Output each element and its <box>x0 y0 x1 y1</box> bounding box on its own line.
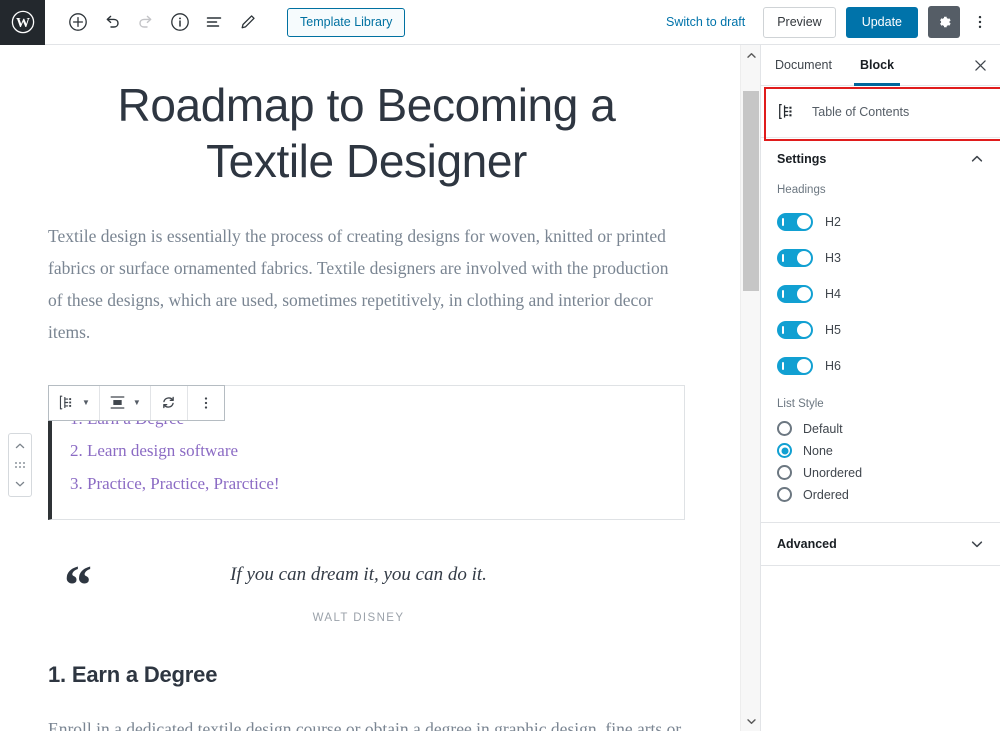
toc-link[interactable]: 2. Learn design software <box>70 438 684 464</box>
selected-block-title: Table of Contents <box>812 104 910 119</box>
svg-text:W: W <box>16 16 30 31</box>
close-icon[interactable] <box>960 45 1000 85</box>
section-paragraph[interactable]: Enroll in a dedicated textile design cou… <box>48 714 685 731</box>
headings-label: Headings <box>777 184 826 196</box>
chevron-down-icon <box>970 537 984 551</box>
block-navigation-icon[interactable] <box>197 5 231 39</box>
align-chevron-down-icon[interactable]: ▼ <box>132 398 146 407</box>
radio-icon-selected <box>777 443 792 458</box>
toggle-h2-label: H2 <box>825 215 841 229</box>
sidebar-tabs: Document Block <box>761 45 1000 86</box>
selected-block-area: READ MORE <box>8 384 686 521</box>
selected-block-card: Table of Contents <box>761 86 1000 138</box>
quote-block[interactable]: “ If you can dream it, you can do it. WA… <box>48 554 685 624</box>
align-icon[interactable] <box>104 386 132 420</box>
advanced-panel-header[interactable]: Advanced <box>761 523 1000 565</box>
block-type-group: ▼ <box>49 385 100 420</box>
move-up-icon[interactable] <box>9 437 31 455</box>
scrollbar-thumb[interactable] <box>743 91 759 291</box>
radio-icon <box>777 465 792 480</box>
more-options-kebab-icon[interactable] <box>966 6 994 38</box>
heading-toggle-row: H4 <box>777 276 984 312</box>
refresh-icon[interactable] <box>155 386 183 420</box>
block-type-chevron-down-icon[interactable]: ▼ <box>81 398 95 407</box>
top-bar-actions: Switch to draft Preview Update <box>666 6 1000 38</box>
edit-pencil-icon[interactable] <box>231 5 265 39</box>
toggle-h3-label: H3 <box>825 251 841 265</box>
radio-list-style-unordered[interactable]: Unordered <box>777 462 984 483</box>
radio-icon <box>777 421 792 436</box>
template-library-button[interactable]: Template Library <box>287 7 406 37</box>
quote-text[interactable]: If you can dream it, you can do it. <box>92 564 625 586</box>
add-block-icon[interactable] <box>61 5 95 39</box>
toggle-h4[interactable] <box>777 285 813 303</box>
block-toolbar: ▼ ▼ <box>48 384 225 421</box>
editor-body: Roadmap to Becoming a Textile Designer T… <box>0 45 1000 731</box>
preview-button[interactable]: Preview <box>763 6 836 38</box>
post-title[interactable]: Roadmap to Becoming a Textile Designer <box>48 77 685 189</box>
intro-paragraph[interactable]: Textile design is essentially the proces… <box>48 221 685 348</box>
editor-scrollbar[interactable] <box>740 45 760 731</box>
tab-block[interactable]: Block <box>846 45 908 86</box>
list-style-group: List Style Default None Unordered Ordere… <box>777 398 984 505</box>
list-style-label: List Style <box>777 398 824 410</box>
gutenberg-editor: W Template Library Switch to draft Previ… <box>0 0 1000 731</box>
radio-label: Unordered <box>803 465 863 480</box>
toc-link[interactable]: 3. Practice, Practice, Prarctice! <box>70 471 684 497</box>
settings-gear-icon[interactable] <box>928 6 960 38</box>
settings-panel-title: Settings <box>777 151 827 166</box>
radio-list-style-default[interactable]: Default <box>777 418 984 439</box>
toggle-h3[interactable] <box>777 249 813 267</box>
toggle-h5-label: H5 <box>825 323 841 337</box>
alignment-group: ▼ <box>100 385 151 420</box>
refresh-group <box>151 385 188 420</box>
table-of-contents-icon <box>777 101 798 122</box>
info-icon[interactable] <box>163 5 197 39</box>
heading-toggle-row: H2 <box>777 204 984 240</box>
redo-icon[interactable] <box>129 5 163 39</box>
editor-canvas[interactable]: Roadmap to Becoming a Textile Designer T… <box>0 45 740 731</box>
move-down-icon[interactable] <box>9 475 31 493</box>
heading-toggle-row: H3 <box>777 240 984 276</box>
undo-icon[interactable] <box>95 5 129 39</box>
editor-canvas-wrapper: Roadmap to Becoming a Textile Designer T… <box>0 45 760 731</box>
toggle-h5[interactable] <box>777 321 813 339</box>
update-button[interactable]: Update <box>845 6 918 38</box>
section-heading[interactable]: 1. Earn a Degree <box>48 662 685 688</box>
advanced-panel-divider <box>761 565 1000 566</box>
chevron-up-icon <box>970 152 984 166</box>
wordpress-logo-icon[interactable]: W <box>0 0 45 45</box>
toggle-h4-label: H4 <box>825 287 841 301</box>
block-options-kebab-icon[interactable] <box>192 386 220 420</box>
radio-icon <box>777 487 792 502</box>
toggle-h6[interactable] <box>777 357 813 375</box>
quote-mark-icon: “ <box>64 555 92 618</box>
post-content: Roadmap to Becoming a Textile Designer T… <box>0 45 740 731</box>
settings-panel-header[interactable]: Settings <box>761 138 1000 180</box>
block-type-toc-icon[interactable] <box>53 386 81 420</box>
heading-toggle-row: H6 <box>777 348 984 384</box>
quote-body: If you can dream it, you can do it. WALT… <box>92 554 685 624</box>
tab-document[interactable]: Document <box>761 45 846 85</box>
advanced-panel-title: Advanced <box>777 536 837 551</box>
scroll-up-icon[interactable] <box>741 45 760 65</box>
block-options-group <box>188 386 224 420</box>
drag-handle-icon[interactable] <box>9 455 31 475</box>
block-settings-sidebar: Document Block Table of Contents Setting… <box>760 45 1000 731</box>
scroll-down-icon[interactable] <box>741 711 760 731</box>
top-bar-tool-icons <box>61 5 265 39</box>
radio-label: Default <box>803 421 843 436</box>
toggle-h6-label: H6 <box>825 359 841 373</box>
toggle-h2[interactable] <box>777 213 813 231</box>
switch-to-draft-link[interactable]: Switch to draft <box>666 15 745 29</box>
editor-top-bar: W Template Library Switch to draft Previ… <box>0 0 1000 45</box>
quote-citation[interactable]: WALT DISNEY <box>92 612 625 624</box>
settings-panel-body: Headings H2 H3 H4 H5 H6 List Style Defau… <box>761 180 1000 523</box>
block-mover <box>8 432 32 497</box>
radio-label: Ordered <box>803 487 849 502</box>
heading-toggle-row: H5 <box>777 312 984 348</box>
radio-list-style-ordered[interactable]: Ordered <box>777 484 984 505</box>
radio-list-style-none[interactable]: None <box>777 440 984 461</box>
radio-label: None <box>803 443 833 458</box>
